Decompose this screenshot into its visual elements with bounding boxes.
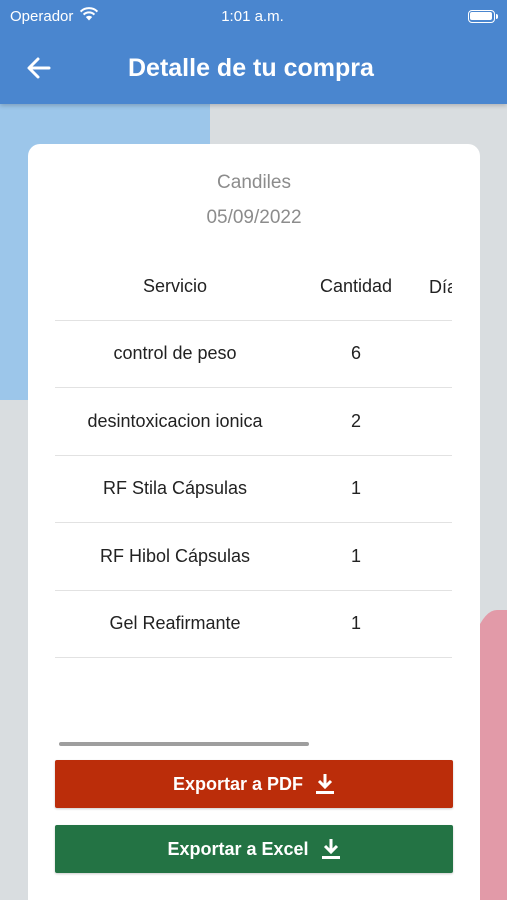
quantity-cell: 1 <box>295 455 417 523</box>
column-header-quantity: Cantidad <box>295 254 417 321</box>
download-icon <box>321 839 340 859</box>
wifi-icon <box>79 7 99 25</box>
days-cell <box>417 522 452 591</box>
service-cell: Gel Reafirmante <box>55 590 295 658</box>
column-header-days: Días vig <box>417 254 452 321</box>
quantity-cell: 2 <box>295 387 417 456</box>
quantity-cell: 1 <box>295 522 417 591</box>
service-cell: RF Stila Cápsulas <box>55 455 295 523</box>
days-cell <box>417 455 452 523</box>
table-row: control de peso 6 <box>55 320 452 388</box>
table-row: RF Stila Cápsulas 1 <box>55 455 452 523</box>
page-title: Detalle de tu compra <box>128 53 374 82</box>
services-table: Servicio Cantidad Días vig control de pe… <box>55 254 452 658</box>
service-cell: control de peso <box>55 320 295 388</box>
client-name: Candiles <box>217 172 291 193</box>
purchase-date: 05/09/2022 <box>206 207 302 228</box>
quantity-cell: 6 <box>295 320 417 388</box>
days-cell <box>417 387 452 456</box>
export-excel-button[interactable]: Exportar a Excel <box>55 825 453 873</box>
export-pdf-label: Exportar a PDF <box>172 773 304 794</box>
app-header: Operador 1:01 a.m. Detalle de tu compra <box>0 0 507 104</box>
quantity-cell: 1 <box>295 590 417 658</box>
services-table-scroll[interactable]: Servicio Cantidad Días vig control de pe… <box>55 254 452 659</box>
service-cell: desintoxicacion ionica <box>55 387 295 456</box>
horizontal-scrollbar[interactable] <box>59 742 309 746</box>
column-header-service: Servicio <box>55 254 295 321</box>
table-row: Gel Reafirmante 1 <box>55 590 452 658</box>
table-row: desintoxicacion ionica 2 <box>55 387 452 456</box>
carrier-label: Operador <box>10 7 74 25</box>
back-button[interactable] <box>24 53 54 83</box>
days-cell <box>417 590 452 658</box>
table-header-row: Servicio Cantidad Días vig <box>55 254 452 321</box>
download-icon <box>316 774 335 794</box>
days-cell <box>417 320 452 388</box>
export-excel-label: Exportar a Excel <box>167 838 309 859</box>
status-bar: Operador 1:01 a.m. <box>0 0 507 32</box>
service-cell: RF Hibol Cápsulas <box>55 522 295 591</box>
export-pdf-button[interactable]: Exportar a PDF <box>55 760 453 808</box>
table-row: RF Hibol Cápsulas 1 <box>55 522 452 591</box>
arrow-left-icon <box>27 57 51 79</box>
battery-icon <box>467 9 498 23</box>
status-time: 1:01 a.m. <box>221 7 284 25</box>
purchase-card: Candiles 05/09/2022 Servicio Cantidad Dí… <box>28 144 480 900</box>
